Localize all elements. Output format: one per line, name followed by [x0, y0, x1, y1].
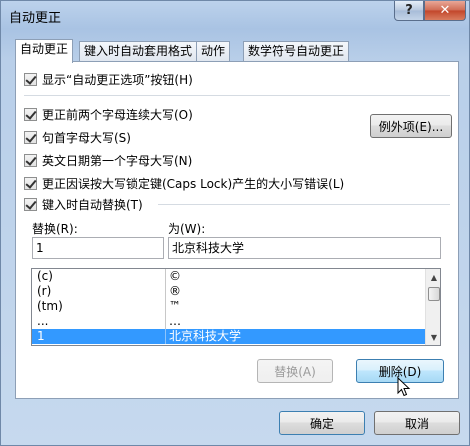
- list-item-to: ©: [169, 269, 181, 283]
- two-initial-caps-checkbox[interactable]: [24, 107, 37, 121]
- caps-lock-option[interactable]: 更正因误按大写锁定键(Caps Lock)产生的大小写错误(L): [24, 174, 344, 192]
- tab-actions[interactable]: 动作: [196, 41, 231, 62]
- capitalize-sentences-checkbox[interactable]: [24, 130, 37, 144]
- capitalize-days-label: 英文日期第一个字母大写(N): [42, 153, 193, 168]
- capitalize-days-checkbox[interactable]: [24, 153, 37, 167]
- scroll-down-icon[interactable]: ▼: [426, 329, 440, 345]
- capitalize-days-option[interactable]: 英文日期第一个字母大写(N): [24, 151, 192, 169]
- column-divider: [165, 269, 166, 284]
- tab-autoformat-as-you-type[interactable]: 键入时自动套用格式: [79, 41, 198, 62]
- capitalize-sentences-option[interactable]: 句首字母大写(S): [24, 128, 131, 146]
- list-item-from: ...: [37, 314, 49, 328]
- with-input[interactable]: 北京科技大学: [168, 237, 441, 259]
- list-item-from: (tm): [37, 299, 63, 313]
- list-item-from: 1: [37, 329, 45, 343]
- show-buttons-checkbox[interactable]: [24, 72, 37, 86]
- caps-lock-checkbox[interactable]: [24, 176, 37, 190]
- replace-as-you-type-label: 键入时自动替换(T): [42, 197, 143, 212]
- show-buttons-label: 显示“自动更正选项”按钮(H): [42, 72, 193, 87]
- column-divider: [165, 329, 166, 344]
- replacement-list[interactable]: (c) © (r) ® (tm) ™ ... … 1 北京科技大学 ▲ ▼: [31, 268, 441, 346]
- capitalize-sentences-label: 句首字母大写(S): [42, 130, 131, 145]
- two-initial-caps-option[interactable]: 更正前两个字母连续大写(O): [24, 105, 193, 123]
- replace-as-you-type-checkbox[interactable]: [24, 197, 37, 211]
- close-icon: ✕: [439, 3, 451, 18]
- caps-lock-label: 更正因误按大写锁定键(Caps Lock)产生的大小写错误(L): [42, 176, 345, 191]
- help-icon: ?: [405, 3, 413, 18]
- list-item[interactable]: ... …: [32, 314, 425, 329]
- list-item-selected[interactable]: 1 北京科技大学: [32, 329, 425, 344]
- scroll-thumb[interactable]: [428, 287, 440, 301]
- scroll-up-icon[interactable]: ▲: [426, 269, 440, 285]
- list-scrollbar[interactable]: ▲ ▼: [425, 269, 440, 345]
- list-item-to: 北京科技大学: [169, 329, 242, 343]
- separator: [24, 95, 450, 96]
- tab-autocorrect[interactable]: 自动更正: [15, 39, 74, 63]
- list-item-to: …: [169, 314, 181, 328]
- mouse-pointer-icon: [397, 377, 411, 397]
- window-title: 自动更正: [9, 11, 62, 26]
- replace-input[interactable]: 1: [32, 237, 164, 259]
- column-divider: [165, 299, 166, 314]
- list-item[interactable]: (tm) ™: [32, 299, 425, 314]
- list-item[interactable]: (c) ©: [32, 269, 425, 284]
- list-item-from: (c): [37, 269, 53, 283]
- tab-math-autocorrect[interactable]: 数学符号自动更正: [243, 41, 350, 62]
- with-label: 为(W):: [168, 222, 206, 236]
- autocorrect-panel: 显示“自动更正选项”按钮(H) 更正前两个字母连续大写(O) 句首字母大写(S)…: [15, 61, 459, 399]
- list-item-to: ®: [169, 284, 181, 298]
- close-button[interactable]: ✕: [424, 1, 466, 21]
- title-bar[interactable]: 自动更正 ? ✕: [1, 1, 469, 29]
- list-item-from: (r): [37, 284, 52, 298]
- ok-button[interactable]: 确定: [279, 411, 365, 435]
- list-item[interactable]: (r) ®: [32, 284, 425, 299]
- replace-as-you-type-option[interactable]: 键入时自动替换(T): [24, 195, 143, 213]
- help-button[interactable]: ?: [394, 1, 424, 21]
- column-divider: [165, 314, 166, 329]
- replace-button[interactable]: 替换(A): [257, 359, 333, 383]
- exceptions-button[interactable]: 例外项(E)...: [370, 114, 452, 138]
- replace-label: 替换(R):: [32, 222, 78, 236]
- separator: [158, 204, 450, 205]
- autocorrect-dialog: 自动更正 ? ✕ 自动更正 键入时自动套用格式 动作 数学符号自动更正 显示“自…: [0, 0, 470, 446]
- list-item-to: ™: [169, 299, 181, 313]
- cancel-button[interactable]: 取消: [374, 411, 460, 435]
- column-divider: [165, 284, 166, 299]
- show-buttons-option[interactable]: 显示“自动更正选项”按钮(H): [24, 70, 193, 88]
- two-initial-caps-label: 更正前两个字母连续大写(O): [42, 107, 193, 122]
